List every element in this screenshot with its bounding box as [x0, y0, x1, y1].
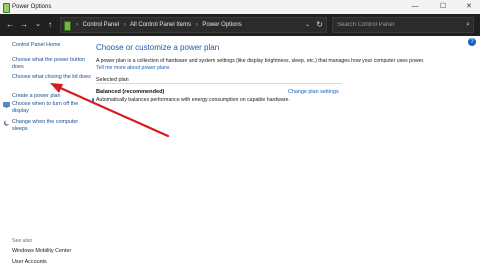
annotation-arrow	[50, 83, 170, 138]
